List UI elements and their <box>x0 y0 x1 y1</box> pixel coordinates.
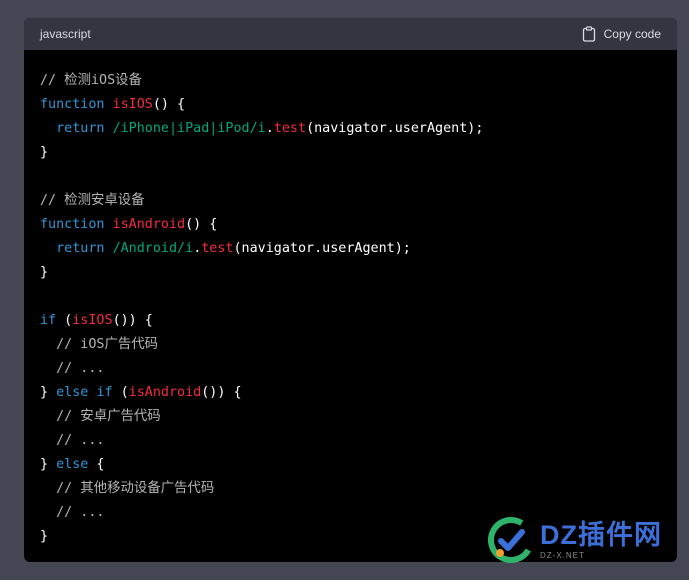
code-block-header: javascript Copy code <box>24 18 677 50</box>
code-line: function isAndroid() { <box>40 213 661 237</box>
code-token-plain: } <box>40 145 49 160</box>
code-token-plain: { <box>88 457 105 472</box>
code-token-regex: /Android/i <box>112 241 194 256</box>
code-token-plain: ()) { <box>201 385 242 400</box>
code-token-comment: // ... <box>56 433 105 448</box>
code-token-func: test <box>273 121 307 136</box>
code-token-keyword: else <box>56 457 89 472</box>
code-token-plain: . <box>265 121 274 136</box>
code-token-regex: /iPhone|iPad|iPod/i <box>112 121 266 136</box>
code-line: // iOS广告代码 <box>40 333 661 357</box>
code-token-func: isAndroid <box>128 385 202 400</box>
code-line: // 安卓广告代码 <box>40 405 661 429</box>
code-token-plain: () { <box>152 97 186 112</box>
code-content[interactable]: // 检测iOS设备 function isIOS() { return /iPh… <box>24 50 677 549</box>
code-token-keyword: if <box>96 385 113 400</box>
code-line: return /Android/i.test(navigator.userAge… <box>40 237 661 261</box>
code-token-comment: // 安卓广告代码 <box>56 409 161 424</box>
code-token-func: isIOS <box>112 97 153 112</box>
code-token-keyword: else <box>56 385 89 400</box>
code-token-keyword: return <box>56 121 105 136</box>
code-token-comment: // iOS广告代码 <box>56 337 159 352</box>
code-line: function isIOS() { <box>40 93 661 117</box>
copy-code-label: Copy code <box>603 27 661 41</box>
code-token-plain: } <box>40 529 49 544</box>
code-token-plain: ( <box>56 313 73 328</box>
code-token-comment: // 检测安卓设备 <box>40 193 145 208</box>
code-token-plain: (navigator.userAgent); <box>306 121 484 136</box>
code-token-comment: // 其他移动设备广告代码 <box>56 481 215 496</box>
code-line: if (isIOS()) { <box>40 309 661 333</box>
clipboard-icon <box>582 26 596 42</box>
code-token-comment: // ... <box>56 361 105 376</box>
code-line: // 其他移动设备广告代码 <box>40 477 661 501</box>
code-token-func: isIOS <box>72 313 113 328</box>
code-token-keyword: if <box>40 313 57 328</box>
code-token-comment: // ... <box>56 505 105 520</box>
code-token-plain: ()) { <box>112 313 153 328</box>
code-line: } <box>40 261 661 285</box>
code-token-comment: // 检测iOS设备 <box>40 73 142 88</box>
code-token-plain: ( <box>112 385 129 400</box>
code-line: } else { <box>40 453 661 477</box>
code-token-plain: () { <box>185 217 218 232</box>
code-line: } else if (isAndroid()) { <box>40 381 661 405</box>
code-line: } <box>40 141 661 165</box>
code-line: ​ <box>40 285 661 309</box>
watermark: DZ插件网 DZ-X.NET <box>486 514 676 566</box>
code-line: // 检测iOS设备 <box>40 69 661 93</box>
code-line: ​ <box>40 165 661 189</box>
code-token-keyword: return <box>56 241 105 256</box>
code-block: javascript Copy code // 检测iOS设备 function … <box>24 18 677 562</box>
code-token-plain: } <box>40 265 49 280</box>
code-line: // 检测安卓设备 <box>40 189 661 213</box>
code-token-plain: } <box>40 457 57 472</box>
code-token-func: isAndroid <box>112 217 186 232</box>
code-token-keyword: function <box>40 97 105 112</box>
code-line: // ... <box>40 357 661 381</box>
language-label: javascript <box>40 27 91 41</box>
code-token-plain: (navigator.userAgent); <box>233 241 411 256</box>
code-token-plain: } <box>40 385 57 400</box>
watermark-subtitle: DZ-X.NET <box>540 551 585 560</box>
code-line: // ... <box>40 429 661 453</box>
watermark-title: DZ插件网 <box>540 520 662 550</box>
copy-code-button[interactable]: Copy code <box>582 26 661 42</box>
dz-logo-icon <box>486 515 536 565</box>
code-token-keyword: function <box>40 217 105 232</box>
code-line: return /iPhone|iPad|iPod/i.test(navigato… <box>40 117 661 141</box>
code-token-func: test <box>201 241 234 256</box>
